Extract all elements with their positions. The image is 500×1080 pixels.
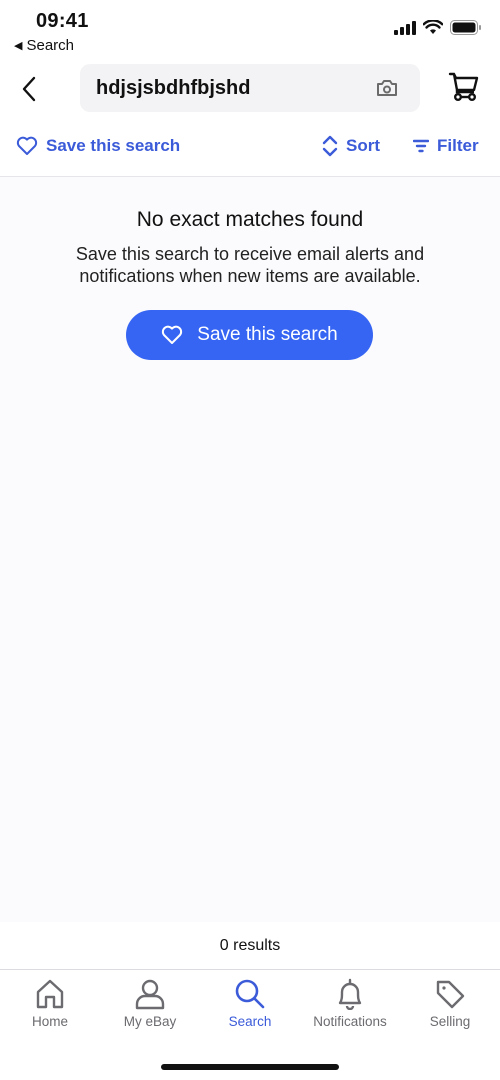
status-time: 09:41: [36, 10, 89, 32]
tab-selling[interactable]: Selling: [400, 978, 500, 1029]
home-indicator: [161, 1064, 339, 1070]
back-to-app-link[interactable]: ◀ Search: [14, 37, 74, 54]
bottom-tab-bar: Home My eBay Search Notifications Sellin…: [0, 970, 500, 1080]
search-query-text: hdjsjsbdhfbjshd: [96, 76, 251, 99]
save-search-link[interactable]: Save this search: [16, 130, 180, 162]
empty-state-description-line2: notifications when new items are availab…: [79, 266, 421, 286]
back-app-label: Search: [26, 37, 74, 54]
filter-button[interactable]: Filter: [413, 130, 479, 162]
tab-search[interactable]: Search: [200, 978, 300, 1029]
heart-outline-icon: [162, 325, 183, 344]
tab-label: Selling: [429, 1014, 471, 1029]
empty-state-description-line1: Save this search to receive email alerts…: [75, 244, 425, 264]
search-input[interactable]: hdjsjsbdhfbjshd: [80, 64, 420, 112]
tag-icon: [436, 980, 465, 1009]
save-search-button[interactable]: Save this search: [126, 310, 373, 360]
tab-label: Notifications: [313, 1014, 387, 1029]
tab-label: Search: [228, 1014, 272, 1029]
results-count-bar: 0 results: [0, 922, 500, 970]
home-icon: [36, 979, 64, 1009]
tab-label: My eBay: [123, 1014, 177, 1029]
sort-label: Sort: [346, 136, 380, 155]
back-button[interactable]: [14, 72, 44, 106]
person-icon: [135, 979, 165, 1010]
status-bar: 09:41 ◀ Search: [0, 0, 500, 60]
sort-button[interactable]: Sort: [322, 130, 380, 162]
status-icons: [394, 20, 482, 35]
save-search-label: Save this search: [46, 136, 181, 155]
cart-button[interactable]: [448, 70, 480, 107]
tab-my-ebay[interactable]: My eBay: [100, 978, 200, 1029]
camera-icon: [377, 80, 397, 96]
search-icon: [235, 979, 265, 1009]
tab-label: Home: [31, 1014, 68, 1029]
cellular-signal-icon: [394, 20, 416, 35]
search-actions-bar: Save this search Sort Filter: [0, 130, 500, 162]
filter-icon: [413, 139, 429, 153]
save-search-button-label: Save this search: [197, 324, 338, 345]
camera-button[interactable]: [376, 79, 398, 97]
empty-state-description: Save this search to receive email alerts…: [0, 243, 500, 287]
tab-notifications[interactable]: Notifications: [300, 978, 400, 1029]
tab-home[interactable]: Home: [0, 978, 100, 1029]
cart-icon: [448, 72, 479, 102]
bell-icon: [338, 978, 362, 1010]
results-count: 0 results: [219, 936, 281, 954]
search-header: hdjsjsbdhfbjshd Save this search Sort Fi…: [0, 60, 500, 177]
empty-state-title: No exact matches found: [136, 208, 364, 231]
battery-icon: [450, 20, 481, 35]
back-chevron-icon: [22, 76, 36, 102]
filter-label: Filter: [437, 136, 479, 155]
back-triangle-icon: ◀: [14, 40, 23, 52]
sort-chevrons-icon: [322, 135, 338, 157]
wifi-icon: [423, 20, 443, 34]
heart-outline-icon: [16, 136, 38, 155]
empty-state: No exact matches found Save this search …: [0, 205, 500, 287]
